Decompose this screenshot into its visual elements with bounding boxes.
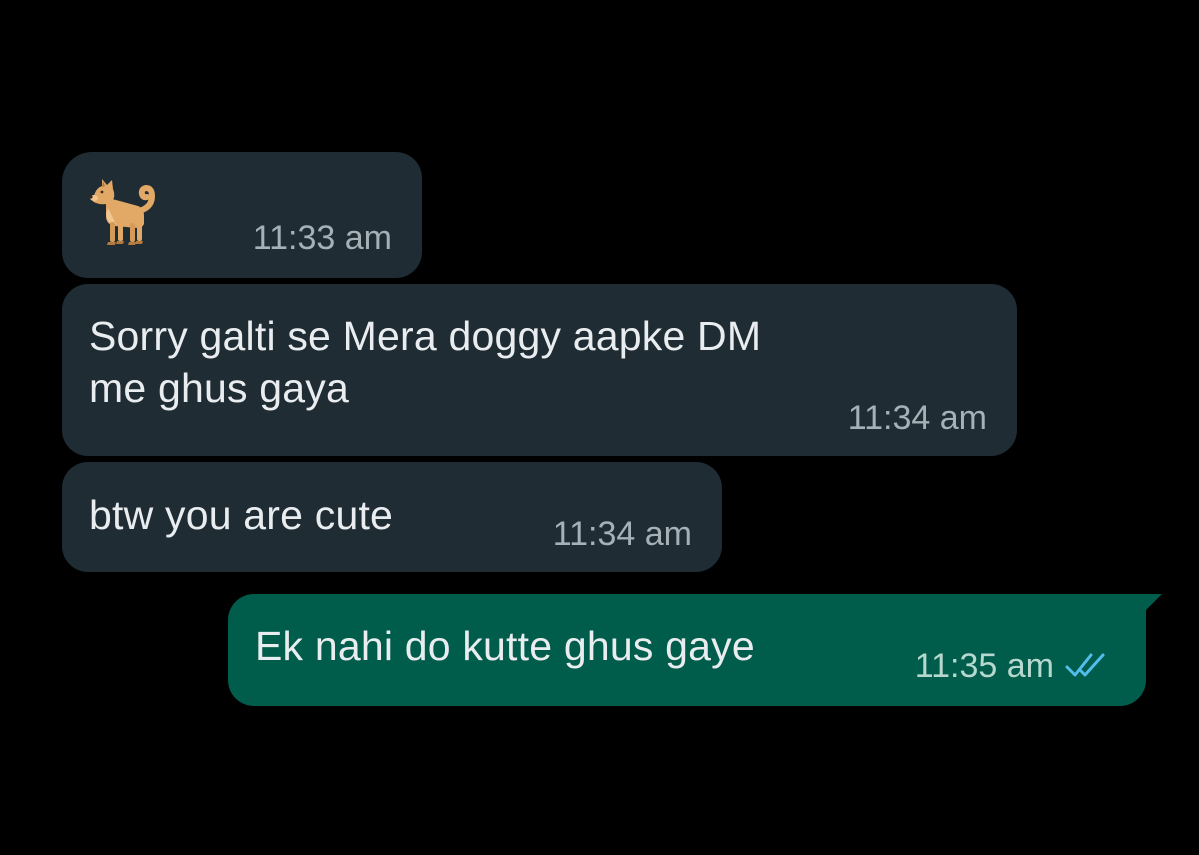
message-timestamp: 11:34 am: [847, 399, 987, 437]
message-text: Ek nahi do kutte ghus gaye: [255, 623, 755, 669]
message-text: btw you are cute: [89, 492, 394, 538]
dog-emoji-icon: [89, 179, 156, 245]
message-timestamp: 11:33 am: [252, 219, 392, 257]
chat-conversation: 11:33 am Sorry galti se Mera doggy aapke…: [0, 0, 1199, 855]
message-bubble-outgoing[interactable]: Ek nahi do kutte ghus gaye 11:35 am: [228, 594, 1162, 706]
message-text: Sorry galti se Mera doggy aapke DM me gh…: [89, 313, 762, 411]
double-check-read-icon: [1065, 653, 1105, 677]
bubble-tail: [1144, 594, 1162, 612]
message-timestamp: 11:35 am: [914, 647, 1054, 685]
message-bubble-incoming[interactable]: 11:33 am: [62, 152, 422, 278]
message-bubble-incoming[interactable]: btw you are cute 11:34 am: [62, 462, 722, 572]
message-bubble-incoming[interactable]: Sorry galti se Mera doggy aapke DM me gh…: [62, 284, 1017, 456]
message-timestamp: 11:34 am: [552, 515, 692, 553]
